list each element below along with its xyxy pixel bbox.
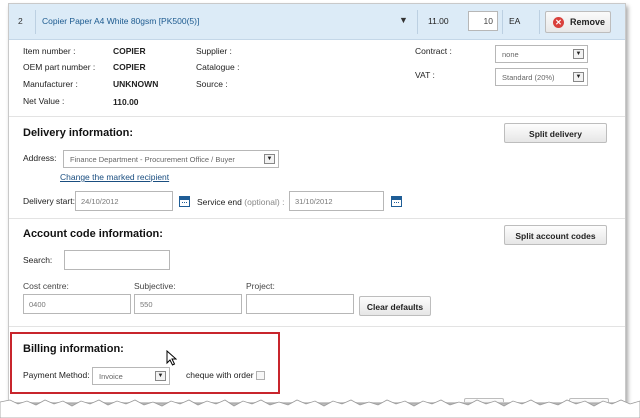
vat-label: VAT :	[415, 70, 435, 80]
remove-x-icon: ✕	[553, 17, 564, 28]
contract-label: Contract :	[415, 46, 452, 56]
search-label: Search:	[23, 255, 53, 265]
project-label: Project:	[246, 281, 275, 291]
remove-button[interactable]: ✕ Remove	[545, 11, 611, 33]
line-item-header: 2 Copier Paper A4 White 80gsm [PK500(5)]…	[9, 4, 625, 40]
unit-price: 11.00	[428, 16, 449, 26]
contract-value: none	[502, 50, 519, 59]
item-description[interactable]: Copier Paper A4 White 80gsm [PK500(5)]	[42, 16, 199, 26]
service-end-input[interactable]: 31/10/2012	[289, 191, 384, 211]
dropdown-arrow-icon: ▼	[573, 49, 584, 59]
quantity-input[interactable]: 10	[468, 11, 498, 31]
oem-value: COPIER	[113, 62, 146, 72]
mouse-cursor-icon	[166, 350, 177, 366]
supplier-label: Supplier :	[196, 46, 232, 56]
net-value-label: Net Value :	[23, 96, 65, 106]
vat-value: Standard (20%)	[502, 73, 555, 82]
calendar-icon[interactable]	[391, 196, 402, 207]
address-value: Finance Department - Procurement Office …	[70, 155, 235, 164]
subjective-input[interactable]: 550	[134, 294, 242, 314]
cost-centre-label: Cost centre:	[23, 281, 69, 291]
dropdown-arrow-icon: ▼	[264, 154, 275, 164]
cost-centre-input[interactable]: 0400	[23, 294, 131, 314]
split-delivery-button[interactable]: Split delivery	[504, 123, 607, 143]
divider	[35, 10, 36, 34]
vat-select[interactable]: Standard (20%) ▼	[495, 68, 588, 86]
clear-defaults-button[interactable]: Clear defaults	[359, 296, 431, 316]
calendar-icon[interactable]	[179, 196, 190, 207]
section-divider	[9, 326, 625, 327]
source-label: Source :	[196, 79, 228, 89]
search-input[interactable]	[64, 250, 170, 270]
delivery-start-label: Delivery start:	[23, 196, 75, 206]
address-select[interactable]: Finance Department - Procurement Office …	[63, 150, 279, 168]
manufacturer-label: Manufacturer :	[23, 79, 78, 89]
address-label: Address:	[23, 153, 57, 163]
line-number: 2	[18, 16, 23, 26]
expand-arrow-icon[interactable]: ▼	[399, 15, 408, 25]
split-account-codes-button[interactable]: Split account codes	[504, 225, 607, 245]
service-end-text: Service end	[197, 197, 242, 207]
remove-label: Remove	[570, 17, 606, 27]
catalogue-label: Catalogue :	[196, 62, 240, 72]
manufacturer-value: UNKNOWN	[113, 79, 159, 89]
item-number-value: COPIER	[113, 46, 146, 56]
billing-highlight-box	[10, 332, 280, 394]
change-recipient-link[interactable]: Change the marked recipient	[60, 172, 169, 182]
delivery-start-input[interactable]: 24/10/2012	[75, 191, 173, 211]
dropdown-arrow-icon: ▼	[573, 72, 584, 82]
service-end-label: Service end (optional) :	[197, 197, 284, 207]
divider	[502, 10, 503, 34]
divider	[417, 10, 418, 34]
unit-of-measure: EA	[509, 16, 521, 26]
section-divider	[9, 218, 625, 219]
divider	[539, 10, 540, 34]
account-title: Account code information:	[23, 228, 163, 240]
item-number-label: Item number :	[23, 46, 76, 56]
service-end-optional: (optional) :	[244, 197, 285, 207]
torn-edge	[0, 399, 640, 418]
net-value-value: 110.00	[113, 97, 139, 107]
oem-label: OEM part number :	[23, 62, 96, 72]
delivery-title: Delivery information:	[23, 127, 134, 139]
contract-select[interactable]: none ▼	[495, 45, 588, 63]
subjective-label: Subjective:	[134, 281, 176, 291]
project-input[interactable]	[246, 294, 354, 314]
section-divider	[9, 116, 625, 117]
